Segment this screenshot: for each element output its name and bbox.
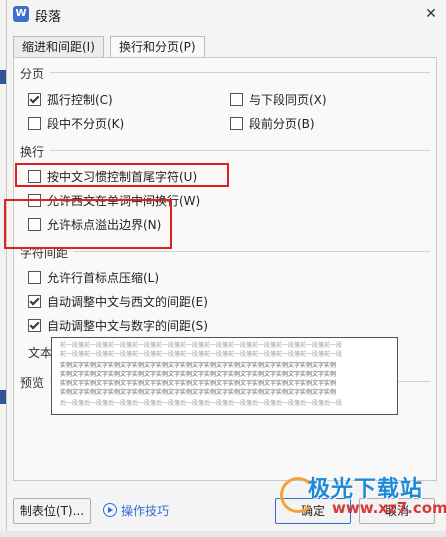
highlight-box-chinese-rules [15,163,229,187]
divider [50,150,430,151]
background-document-footer [0,531,446,537]
auto-space-western-checkbox[interactable]: 自动调整中文与西文的间距(E) [28,293,208,310]
preview-prev-paragraph: 前一段落前一段落前一段落前一段落前一段落前一段落前一段落前一段落前一段落前一段落… [60,342,343,349]
compress-leading-punct-checkbox[interactable]: 允许行首标点压缩(L) [28,269,159,286]
preview-sample-text: 实例文字实例文字实例文字实例文字实例文字实例文字实例文字实例文字实例文字实例文字… [60,371,337,378]
checkbox-box[interactable] [230,93,243,106]
preview-sample-text: 实例文字实例文字实例文字实例文字实例文字实例文字实例文字实例文字实例文字实例文字… [60,380,337,387]
paragraph-dialog: W 段落 ✕ 缩进和间距(I) 换行和分页(P) 分页 孤行控制(C) 与下段同… [6,0,446,537]
checkbox-label: 自动调整中文与数字的间距(S) [47,319,208,333]
preview-next-paragraph: 后一段落后一段落后一段落后一段落后一段落后一段落后一段落后一段落后一段落后一段落… [60,400,343,407]
keep-lines-together-checkbox[interactable]: 段中不分页(K) [28,115,124,132]
widow-control-checkbox[interactable]: 孤行控制(C) [28,91,113,108]
checkbox-label: 允许行首标点压缩(L) [47,271,160,285]
checkbox-label: 孤行控制(C) [47,93,113,107]
checkbox-box[interactable] [28,271,41,284]
section-heading-pagination: 分页 [20,67,45,81]
play-circle-icon[interactable] [103,503,117,517]
close-icon[interactable]: ✕ [421,4,441,24]
page-break-before-checkbox[interactable]: 段前分页(B) [230,115,315,132]
dialog-title: 段落 [35,10,62,25]
checkbox-label: 段前分页(B) [249,117,315,131]
preview-sample-text: 实例文字实例文字实例文字实例文字实例文字实例文字实例文字实例文字实例文字实例文字… [60,362,337,369]
highlight-box-punctuation-overflow [4,199,172,249]
section-heading-preview: 预览 [20,376,45,390]
watermark: 极光下载站 www.xz7.com [280,471,446,519]
divider [74,251,430,252]
checkbox-label: 段中不分页(K) [47,117,125,131]
checkbox-box[interactable] [28,117,41,130]
tab-stops-button[interactable]: 制表位(T)... [13,498,91,524]
tips-link[interactable]: 操作技巧 [121,502,169,519]
preview-sample-text: 实例文字实例文字实例文字实例文字实例文字实例文字实例文字实例文字实例文字实例文字… [60,389,337,396]
checkbox-label: 自动调整中文与西文的间距(E) [47,295,208,309]
watermark-url: www.xz7.com [332,499,446,517]
tab-panel: 分页 孤行控制(C) 与下段同页(X) 段中不分页(K) 段前分页(B) 换行 … [13,57,437,481]
section-heading-line-break: 换行 [20,145,45,159]
tab-indent-spacing[interactable]: 缩进和间距(I) [13,36,104,58]
checkbox-box[interactable] [28,93,41,106]
checkbox-box[interactable] [28,295,41,308]
checkbox-label: 与下段同页(X) [249,93,327,107]
wps-writer-icon: W [13,6,29,22]
divider [50,72,430,73]
title-bar: W 段落 ✕ [7,0,446,28]
keep-with-next-checkbox[interactable]: 与下段同页(X) [230,91,327,108]
auto-space-numbers-checkbox[interactable]: 自动调整中文与数字的间距(S) [28,317,208,334]
checkbox-box[interactable] [230,117,243,130]
tab-line-page-break[interactable]: 换行和分页(P) [110,36,205,59]
preview-prev-paragraph: 前一段落前一段落前一段落前一段落前一段落前一段落前一段落前一段落前一段落前一段落… [60,351,343,358]
checkbox-box[interactable] [28,319,41,332]
preview-box: 前一段落前一段落前一段落前一段落前一段落前一段落前一段落前一段落前一段落前一段落… [51,337,398,415]
